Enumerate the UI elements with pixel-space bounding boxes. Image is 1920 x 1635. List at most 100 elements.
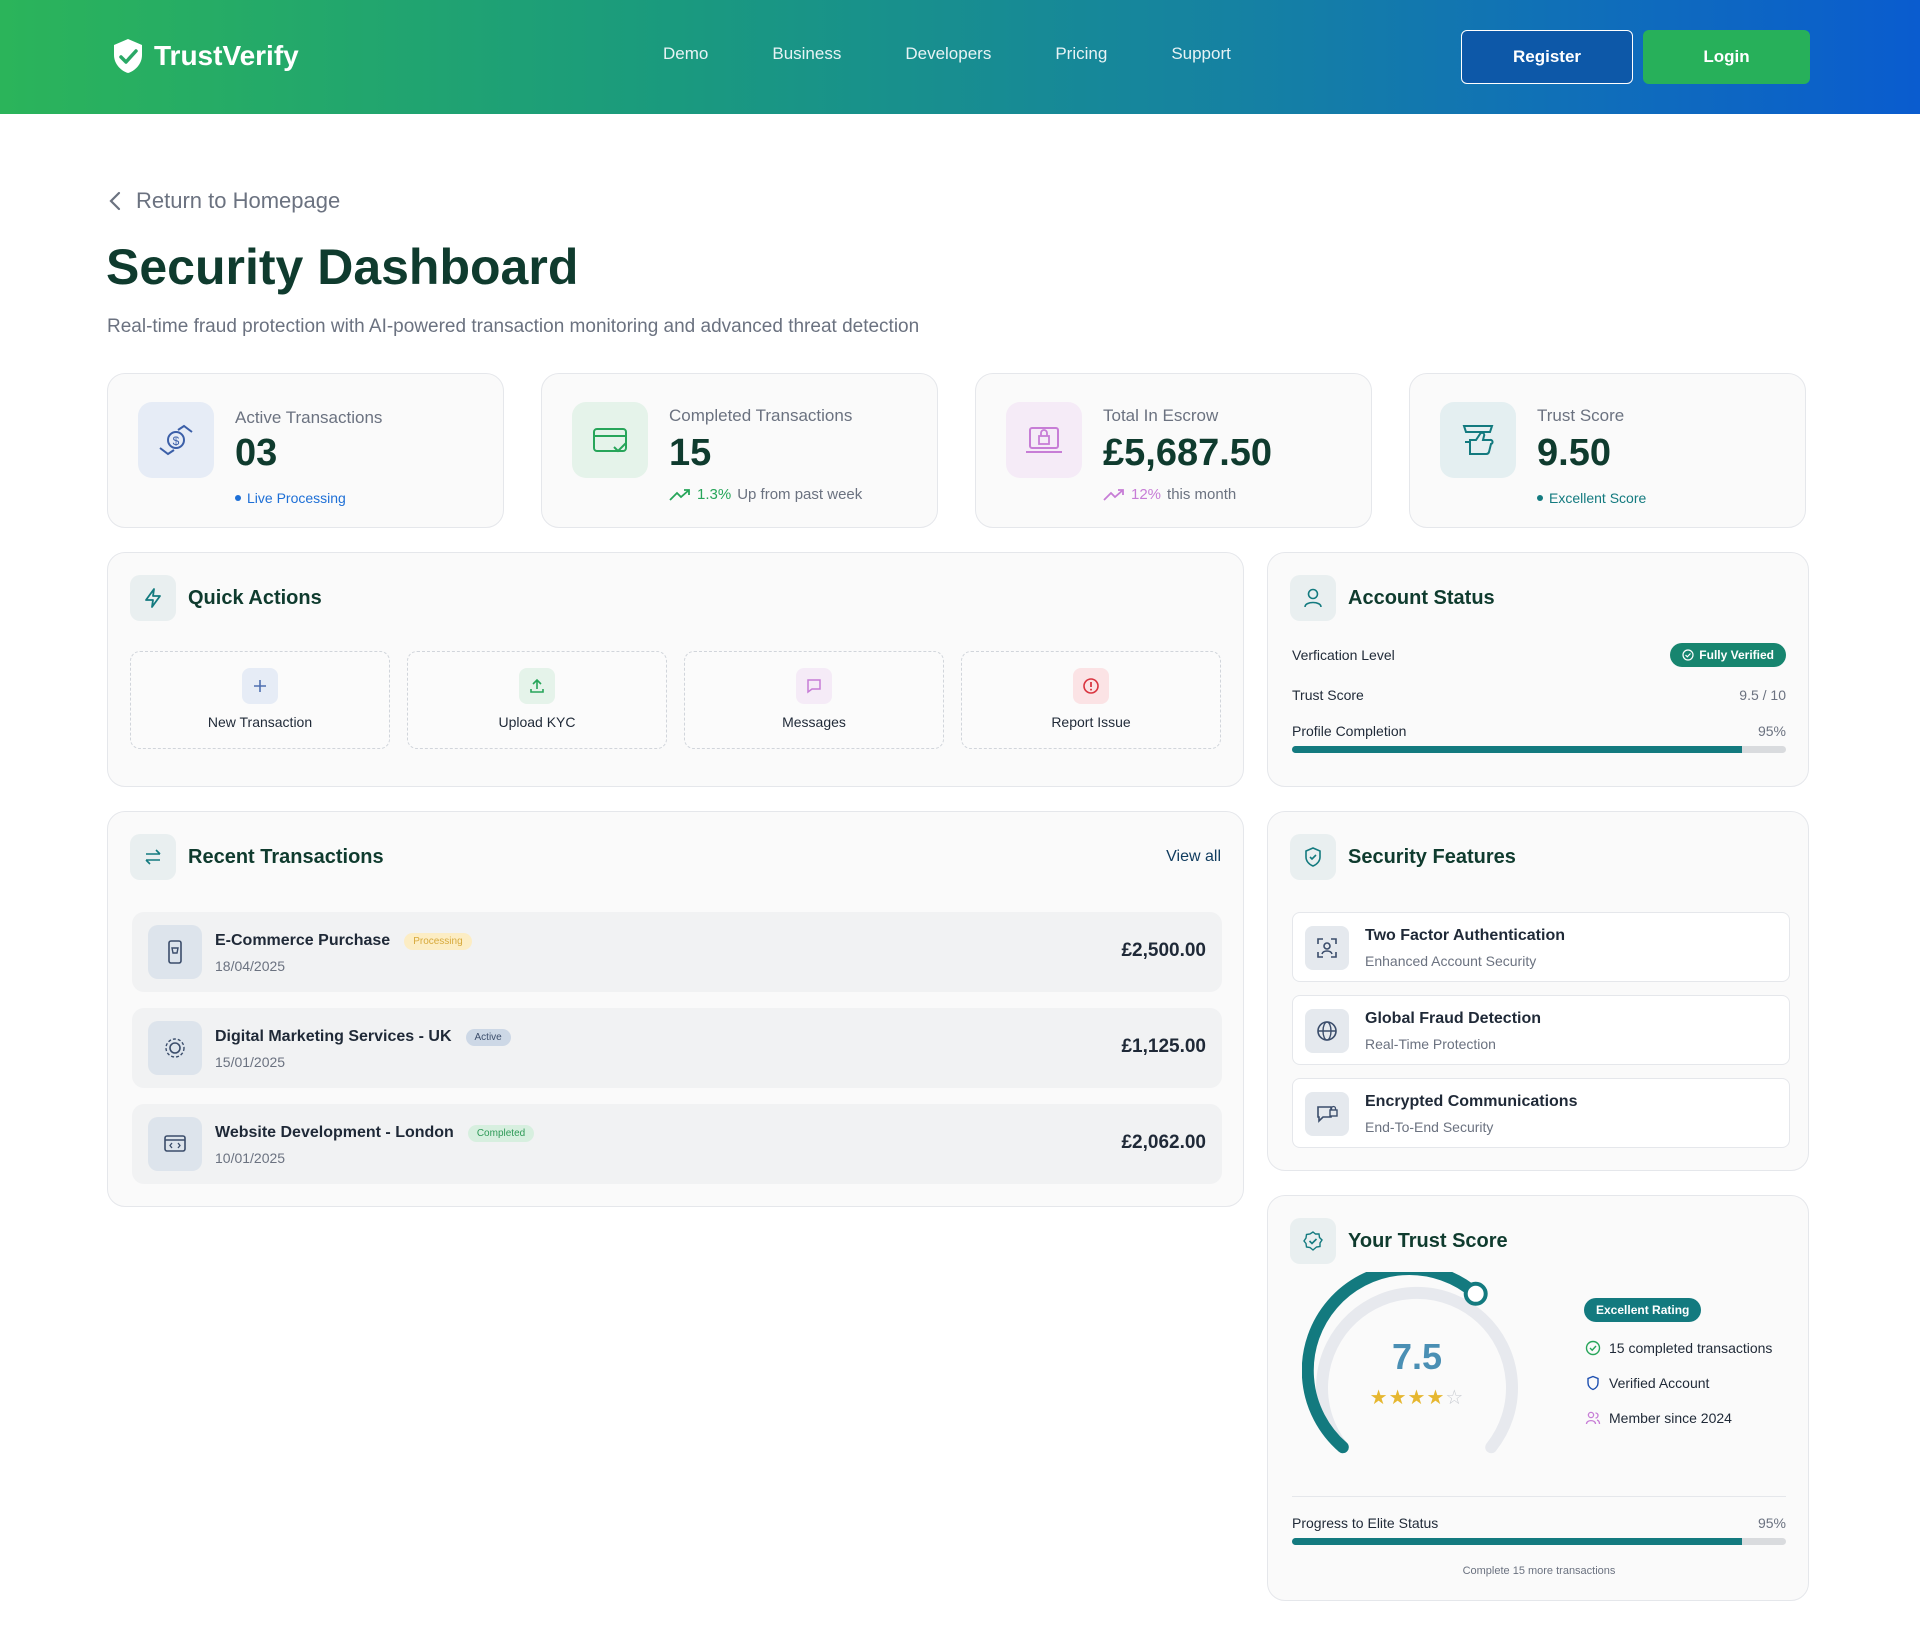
section-title: Account Status [1348,586,1495,609]
stat-foot-text: Up from past week [737,486,863,503]
globe-icon [1305,1009,1349,1053]
rating-badge: Excellent Rating [1584,1298,1702,1322]
account-status-card: Account Status Verfication Level Fully V… [1267,552,1809,787]
stat-label: Trust Score [1537,406,1625,425]
account-status-header: Account Status [1290,575,1495,621]
exchange-money-icon: $ [138,402,214,478]
return-home-label: Return to Homepage [136,188,341,213]
phone-cart-icon [148,925,202,979]
elite-progress-row: Progress to Elite Status 95% [1292,1515,1786,1531]
feature-subtitle: Enhanced Account Security [1365,953,1537,969]
feature-fraud-detection[interactable]: Global Fraud Detection Real-Time Protect… [1292,995,1790,1065]
view-all-link[interactable]: View all [1166,848,1221,866]
trust-item-text: Member since 2024 [1609,1410,1732,1426]
register-button[interactable]: Register [1461,30,1633,84]
star-empty-icon: ☆ [1445,1387,1465,1409]
nav-pricing[interactable]: Pricing [1055,44,1107,64]
users-icon [1585,1411,1601,1425]
code-window-icon [148,1117,202,1171]
divider [1292,1496,1786,1497]
gauge-knob [1463,1281,1488,1306]
transaction-title: E-Commerce Purchase [215,932,391,949]
status-dot [235,495,241,501]
trust-item-text: Verified Account [1609,1375,1710,1391]
trust-item-completed: 15 completed transactions [1585,1340,1772,1356]
status-badge: Active [465,1028,511,1046]
quick-action-label: Messages [782,714,846,730]
stat-foot: Excellent Score [1537,490,1646,506]
stat-foot: 12% this month [1103,486,1236,503]
quick-action-label: Report Issue [1051,714,1131,730]
rating-stars: ★★★★☆ [1302,1385,1532,1410]
section-title: Quick Actions [188,586,322,609]
card-check-icon [572,402,648,478]
login-button[interactable]: Login [1643,30,1810,84]
nav-support[interactable]: Support [1171,44,1231,64]
stat-card-completed: Completed Transactions 15 1.3% Up from p… [541,373,938,528]
stat-foot-text: this month [1167,486,1237,503]
lightning-icon [130,575,176,621]
nav-developers[interactable]: Developers [905,44,991,64]
elite-progress-bar [1292,1538,1786,1545]
transaction-date: 15/01/2025 [215,1054,286,1070]
handshake-icon [1440,402,1516,478]
verification-row: Verfication Level Fully Verified [1292,643,1786,667]
feature-subtitle: Real-Time Protection [1365,1036,1496,1052]
feature-encrypted-comms[interactable]: Encrypted Communications End-To-End Secu… [1292,1078,1790,1148]
check-circle-icon [1682,649,1694,661]
transaction-row[interactable]: E-Commerce Purchase Processing 18/04/2025… [132,912,1222,992]
page-title: Security Dashboard [106,239,579,295]
verification-label: Verfication Level [1292,647,1395,663]
star-filled-icon: ★ [1388,1387,1408,1409]
transaction-name: E-Commerce Purchase Processing [215,932,472,950]
nav-business[interactable]: Business [772,44,841,64]
escrow-lock-icon [1006,402,1082,478]
transaction-date: 18/04/2025 [215,958,286,974]
feature-subtitle: End-To-End Security [1365,1119,1494,1135]
stat-card-escrow: Total In Escrow £5,687.50 12% this month [975,373,1372,528]
new-transaction-button[interactable]: New Transaction [130,651,390,749]
feature-title: Global Fraud Detection [1365,1010,1542,1027]
transaction-amount: £2,062.00 [1121,1132,1206,1153]
progress-fill [1292,1538,1742,1545]
transaction-title: Website Development - London [215,1124,454,1141]
trust-score-header: Your Trust Score [1290,1218,1508,1264]
marketing-gear-icon [148,1021,202,1075]
trust-score-value: 7.5 [1391,1336,1443,1377]
stat-value: £5,687.50 [1103,432,1273,474]
profile-completion-value: 95% [1757,723,1786,739]
brand-logo[interactable]: TrustVerify [108,36,299,76]
stat-foot: 1.3% Up from past week [669,486,862,503]
security-features-header: Security Features [1290,834,1516,880]
return-home-link[interactable]: Return to Homepage [108,188,340,214]
profile-completion-label: Profile Completion [1292,723,1407,739]
stat-value: 9.50 [1537,432,1611,474]
verified-badge: Fully Verified [1670,643,1786,667]
transaction-amount: £1,125.00 [1121,1036,1206,1057]
alert-icon [1073,668,1109,704]
messages-button[interactable]: Messages [684,651,944,749]
feature-two-factor[interactable]: Two Factor Authentication Enhanced Accou… [1292,912,1790,982]
transaction-name: Digital Marketing Services - UK Active [215,1028,511,1046]
main-nav: Demo Business Developers Pricing Support [663,44,1295,64]
elite-progress-value: 95% [1757,1515,1786,1531]
upload-icon [519,668,555,704]
upload-kyc-button[interactable]: Upload KYC [407,651,667,749]
transaction-row[interactable]: Website Development - London Completed 10… [132,1104,1222,1184]
trust-score-label: Trust Score [1292,687,1364,703]
report-issue-button[interactable]: Report Issue [961,651,1221,749]
transaction-row[interactable]: Digital Marketing Services - UK Active 15… [132,1008,1222,1088]
page-subtitle: Real-time fraud protection with AI-power… [107,316,920,337]
feature-title: Encrypted Communications [1365,1093,1578,1110]
shield-icon [1587,1375,1599,1391]
progress-fill [1292,746,1742,753]
swap-arrows-icon [130,834,176,880]
brand-name: TrustVerify [154,40,299,71]
nav-demo[interactable]: Demo [663,44,708,64]
security-features-card: Security Features Two Factor Authenticat… [1267,811,1809,1171]
transaction-date: 10/01/2025 [215,1150,286,1166]
transaction-amount: £2,500.00 [1121,940,1206,961]
stat-label: Total In Escrow [1103,406,1219,425]
stat-label: Completed Transactions [669,406,853,425]
plus-icon [242,668,278,704]
